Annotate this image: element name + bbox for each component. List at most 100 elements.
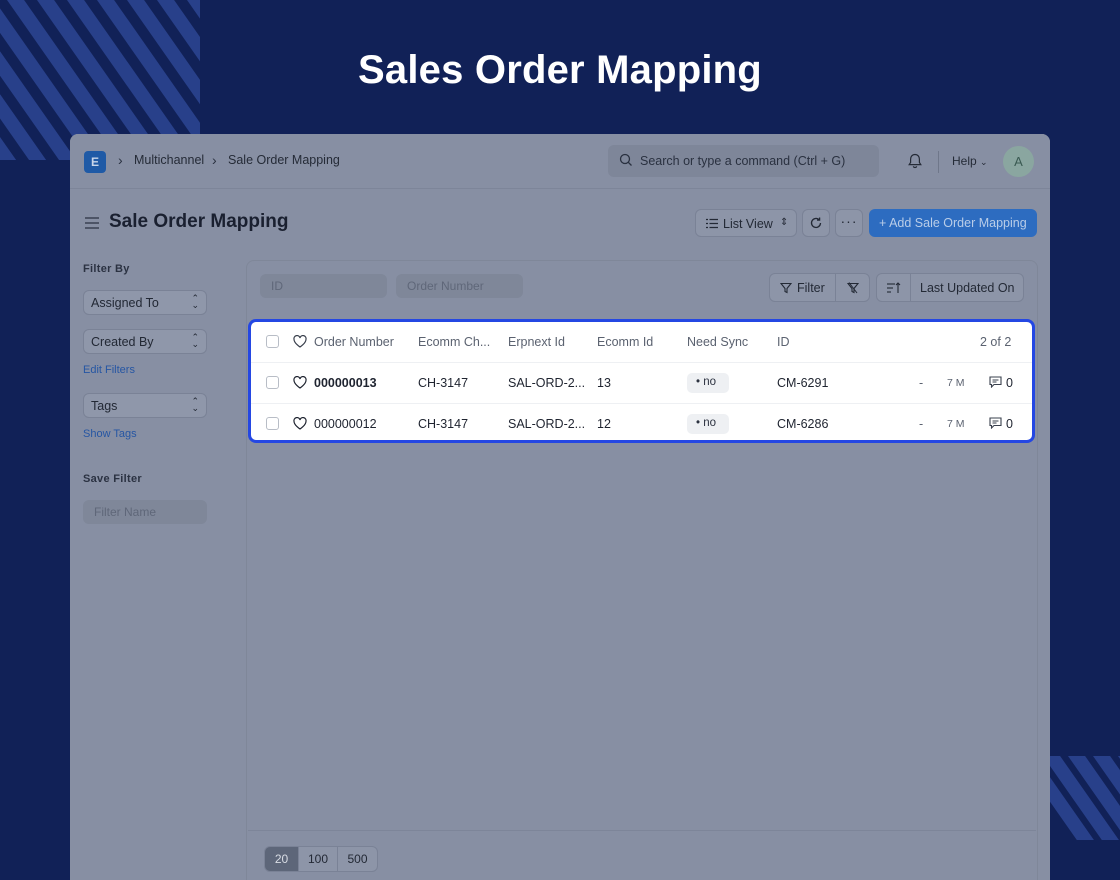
more-actions-button[interactable]: ···: [835, 209, 863, 237]
refresh-icon: [810, 217, 822, 229]
sidebar-toggle-icon[interactable]: [84, 216, 100, 230]
id-filter-placeholder: ID: [271, 279, 283, 293]
sort-icon: [887, 282, 901, 293]
filter-icon: [780, 282, 792, 294]
sort-by-button[interactable]: Last Updated On: [910, 273, 1024, 302]
filter-name-placeholder: Filter Name: [94, 505, 157, 519]
filter-button[interactable]: Filter: [769, 273, 836, 302]
clear-filter-button[interactable]: [835, 273, 870, 302]
navbar: E › Multichannel › Sale Order Mapping Se…: [70, 134, 1050, 189]
save-filter-heading: Save Filter: [83, 473, 142, 485]
app-logo[interactable]: E: [84, 151, 106, 173]
filter-label: Filter: [797, 281, 825, 295]
breadcrumb-sale-order-mapping[interactable]: Sale Order Mapping: [228, 153, 340, 167]
comment-count: 0: [1006, 376, 1013, 390]
column-header-ecomm-id[interactable]: Ecomm Id: [597, 335, 653, 349]
heart-icon[interactable]: [293, 417, 307, 430]
refresh-button[interactable]: [802, 209, 830, 237]
edit-filters-link[interactable]: Edit Filters: [83, 364, 135, 376]
tags-select[interactable]: Tags ⌃ ⌄: [83, 393, 207, 418]
ecomm-id-cell: 12: [597, 417, 611, 431]
need-sync-value: • no: [696, 376, 717, 388]
heart-icon[interactable]: [293, 335, 307, 348]
select-all-checkbox[interactable]: [266, 335, 279, 348]
need-sync-badge: • no: [687, 414, 729, 434]
column-header-order-number[interactable]: Order Number: [314, 335, 394, 349]
add-button-label: + Add Sale Order Mapping: [879, 216, 1027, 230]
heart-icon[interactable]: [293, 376, 307, 389]
table-row[interactable]: 000000012 CH-3147 SAL-ORD-2... 12 • no C…: [251, 403, 1032, 444]
modified-cell: 7 M: [947, 418, 965, 430]
order-number-filter-placeholder: Order Number: [407, 279, 484, 293]
sort-order-button[interactable]: [876, 273, 911, 302]
order-number-cell[interactable]: 000000013: [314, 376, 377, 390]
need-sync-badge: • no: [687, 373, 729, 393]
navbar-divider: [938, 151, 939, 173]
created-by-select[interactable]: Created By ⌃ ⌄: [83, 329, 207, 354]
id-cell: CM-6286: [777, 417, 829, 431]
avatar[interactable]: A: [1003, 146, 1034, 177]
table-row[interactable]: 000000013 CH-3147 SAL-ORD-2... 13 • no C…: [251, 362, 1032, 403]
help-dropdown[interactable]: Help ⌄: [952, 154, 988, 168]
page-size-100-button[interactable]: 100: [298, 846, 338, 872]
list-header-row: Order Number Ecomm Ch... Erpnext Id Ecom…: [251, 322, 1032, 363]
comment-icon: [989, 376, 1002, 388]
ecomm-channel-cell: CH-3147: [418, 417, 469, 431]
comment-icon: [989, 417, 1002, 429]
filter-name-input[interactable]: Filter Name: [83, 500, 207, 524]
page-title: Sale Order Mapping: [109, 211, 289, 232]
add-sale-order-mapping-button[interactable]: + Add Sale Order Mapping: [869, 209, 1037, 237]
assigned-to-select[interactable]: Assigned To ⌃ ⌄: [83, 290, 207, 315]
assigned-cell: -: [919, 376, 924, 390]
modified-cell: 7 M: [947, 377, 965, 389]
list-view-button[interactable]: List View ⇕: [695, 209, 797, 237]
sort-by-label: Last Updated On: [920, 281, 1015, 295]
search-input[interactable]: Search or type a command (Ctrl + G): [608, 145, 879, 177]
chevron-right-icon: ›: [212, 152, 217, 168]
page-size-20-button[interactable]: 20: [264, 846, 299, 872]
list-view-label: List View: [723, 217, 773, 231]
search-icon: [619, 153, 632, 166]
assigned-cell: -: [919, 417, 924, 431]
updown-icon: ⌃ ⌄: [191, 293, 199, 310]
help-label: Help: [952, 154, 977, 168]
search-placeholder: Search or type a command (Ctrl + G): [640, 154, 846, 168]
column-header-id[interactable]: ID: [777, 335, 790, 349]
comment-count: 0: [1006, 417, 1013, 431]
need-sync-value: • no: [696, 417, 717, 429]
chevron-down-icon: ⌄: [980, 157, 988, 167]
breadcrumb-multichannel[interactable]: Multichannel: [134, 153, 204, 167]
order-number-filter-input[interactable]: Order Number: [396, 274, 523, 298]
page-size-500-button[interactable]: 500: [337, 846, 378, 872]
show-tags-link[interactable]: Show Tags: [83, 428, 137, 440]
row-checkbox[interactable]: [266, 376, 279, 389]
erpnext-id-cell: SAL-ORD-2...: [508, 376, 586, 390]
updown-icon: ⌃ ⌄: [191, 332, 199, 349]
app-window: E › Multichannel › Sale Order Mapping Se…: [70, 134, 1050, 880]
tags-label: Tags: [91, 399, 118, 413]
column-header-need-sync[interactable]: Need Sync: [687, 335, 748, 349]
list-results: Order Number Ecomm Ch... Erpnext Id Ecom…: [248, 319, 1035, 443]
column-header-ecomm-channel[interactable]: Ecomm Ch...: [418, 335, 490, 349]
list-count: 2 of 2: [980, 335, 1012, 349]
chevron-right-icon: ›: [118, 152, 123, 168]
order-number-cell[interactable]: 000000012: [314, 417, 377, 431]
decorative-stripes-bottom-right: [1048, 756, 1120, 840]
assigned-to-label: Assigned To: [91, 296, 159, 310]
ecomm-channel-cell: CH-3147: [418, 376, 469, 390]
column-header-erpnext-id[interactable]: Erpnext Id: [508, 335, 565, 349]
created-by-label: Created By: [91, 335, 154, 349]
updown-icon: ⌃ ⌄: [191, 396, 199, 413]
list-icon: [706, 218, 718, 229]
list-footer-divider: [248, 830, 1036, 831]
id-filter-input[interactable]: ID: [260, 274, 387, 298]
ecomm-id-cell: 13: [597, 376, 611, 390]
notification-bell-icon[interactable]: [906, 152, 924, 170]
updown-icon: ⇕: [780, 217, 789, 228]
id-cell: CM-6291: [777, 376, 829, 390]
filter-by-heading: Filter By: [83, 263, 130, 275]
row-checkbox[interactable]: [266, 417, 279, 430]
hero-title: Sales Order Mapping: [358, 48, 762, 92]
erpnext-id-cell: SAL-ORD-2...: [508, 417, 586, 431]
filter-clear-icon: [847, 282, 859, 294]
